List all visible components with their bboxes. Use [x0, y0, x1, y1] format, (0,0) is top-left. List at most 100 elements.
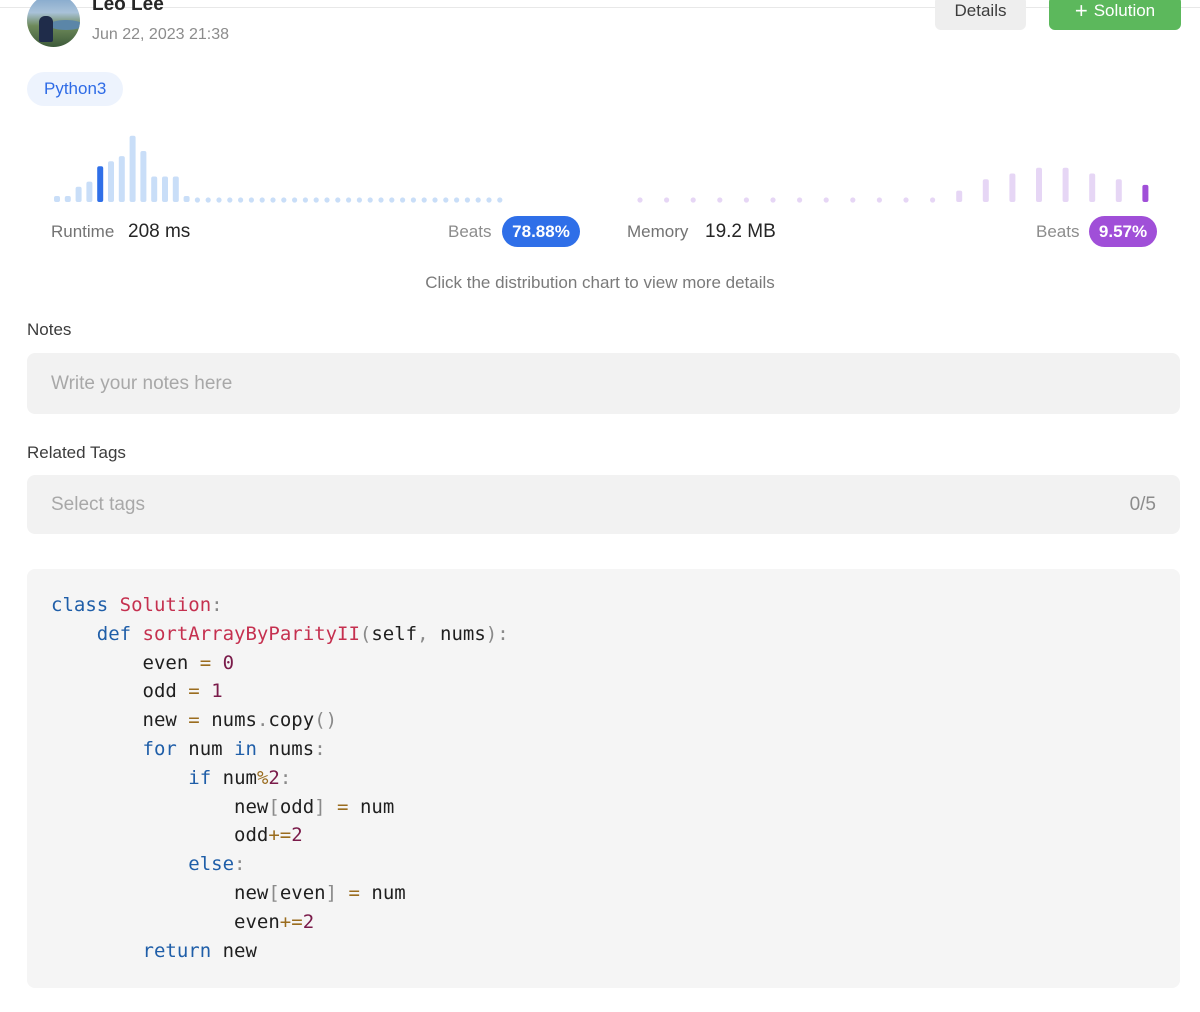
language-tag[interactable]: Python3	[27, 72, 124, 106]
memory-distribution-bar[interactable]	[1142, 184, 1149, 202]
memory-distribution-bar[interactable]	[1036, 167, 1042, 202]
runtime-distribution-empty-bar[interactable]	[216, 197, 222, 203]
code-token-num: 2	[302, 910, 315, 933]
code-line: new[odd] = num	[51, 793, 1156, 822]
runtime-beats-badge: 78.88%	[502, 216, 580, 247]
runtime-distribution-empty-bar[interactable]	[292, 197, 298, 203]
code-token-keyword: if	[188, 766, 212, 789]
solution-button[interactable]: + Solution	[1049, 0, 1181, 30]
code-token-punc: :	[211, 594, 223, 616]
code-token-punc: ()	[314, 709, 338, 732]
code-token-name: new	[142, 709, 177, 732]
memory-distribution-bar[interactable]	[1115, 179, 1122, 202]
runtime-distribution-empty-bar[interactable]	[227, 197, 233, 203]
runtime-distribution-empty-bar[interactable]	[270, 197, 276, 203]
runtime-distribution-bar[interactable]	[162, 176, 168, 203]
memory-distribution-bar[interactable]	[1062, 167, 1069, 202]
runtime-distribution-empty-bar[interactable]	[389, 197, 395, 203]
runtime-distribution-bar[interactable]	[86, 181, 93, 202]
memory-distribution-empty-bar[interactable]	[664, 197, 670, 203]
memory-distribution-empty-bar[interactable]	[876, 197, 883, 203]
author-name[interactable]: Leo Lee	[92, 0, 164, 16]
runtime-distribution-empty-bar[interactable]	[313, 197, 319, 203]
code-token-name: odd	[142, 680, 177, 703]
memory-distribution-empty-bar[interactable]	[717, 197, 723, 203]
tags-count: 0/5	[1129, 493, 1156, 515]
runtime-distribution-empty-bar[interactable]	[346, 197, 352, 203]
runtime-distribution-empty-bar[interactable]	[302, 197, 308, 203]
memory-distribution-bar[interactable]	[956, 190, 963, 202]
notes-placeholder: Write your notes here	[51, 372, 233, 394]
code-token-num: 1	[211, 680, 223, 703]
runtime-distribution-empty-bar[interactable]	[281, 197, 287, 203]
runtime-distribution-empty-bar[interactable]	[464, 197, 470, 203]
runtime-distribution-bar[interactable]	[118, 156, 125, 202]
runtime-distribution-bar[interactable]	[108, 161, 114, 202]
runtime-distribution-bar[interactable]	[140, 151, 147, 202]
tags-placeholder: Select tags	[51, 493, 145, 515]
runtime-distribution-empty-bar[interactable]	[410, 197, 416, 203]
runtime-distribution-bar[interactable]	[97, 166, 104, 202]
code-token-name: new	[234, 881, 269, 904]
runtime-distribution-empty-bar[interactable]	[378, 197, 384, 203]
code-token-name: even	[234, 910, 280, 933]
runtime-distribution-empty-bar[interactable]	[400, 197, 406, 203]
runtime-distribution-empty-bar[interactable]	[356, 197, 362, 203]
runtime-distribution-empty-bar[interactable]	[248, 197, 254, 203]
avatar[interactable]	[27, 0, 80, 47]
runtime-distribution-empty-bar[interactable]	[194, 197, 200, 203]
distribution-charts[interactable]	[0, 128, 1200, 208]
memory-distribution-bar[interactable]	[1009, 173, 1016, 203]
runtime-distribution-bar[interactable]	[183, 196, 190, 202]
runtime-distribution-empty-bar[interactable]	[454, 197, 460, 203]
memory-distribution-empty-bar[interactable]	[850, 197, 856, 203]
runtime-distribution-empty-bar[interactable]	[475, 197, 481, 203]
memory-distribution-empty-bar[interactable]	[770, 197, 776, 203]
runtime-distribution-empty-bar[interactable]	[238, 197, 244, 203]
memory-distribution-empty-bar[interactable]	[797, 197, 803, 203]
runtime-distribution-bar[interactable]	[54, 196, 60, 202]
memory-distribution-empty-bar[interactable]	[690, 197, 696, 203]
runtime-distribution[interactable]	[54, 135, 503, 203]
runtime-distribution-bar[interactable]	[151, 176, 158, 203]
memory-distribution-empty-bar[interactable]	[930, 197, 936, 203]
code-token-punc: [	[268, 795, 280, 818]
details-button[interactable]: Details	[935, 0, 1026, 30]
runtime-distribution-empty-bar[interactable]	[421, 197, 427, 203]
notes-input[interactable]: Write your notes here	[27, 353, 1180, 414]
code-token-punc: ]	[325, 881, 338, 904]
memory-distribution-empty-bar[interactable]	[823, 197, 829, 203]
tags-select[interactable]: Select tags 0/5	[27, 475, 1180, 534]
runtime-distribution-empty-bar[interactable]	[443, 197, 449, 203]
runtime-distribution-empty-bar[interactable]	[335, 197, 341, 203]
runtime-distribution-bar[interactable]	[129, 135, 136, 202]
plus-icon: +	[1074, 0, 1088, 23]
memory-distribution-bar[interactable]	[1089, 173, 1096, 203]
runtime-distribution-empty-bar[interactable]	[497, 197, 503, 203]
memory-distribution-empty-bar[interactable]	[637, 197, 643, 203]
code-block[interactable]: class Solution: def sortArrayByParityII(…	[27, 569, 1180, 988]
runtime-distribution-bar[interactable]	[75, 186, 82, 202]
code-token-punc: [	[268, 881, 280, 904]
runtime-label: Runtime	[51, 222, 115, 241]
memory-distribution-empty-bar[interactable]	[903, 197, 909, 203]
memory-distribution[interactable]	[637, 167, 1149, 203]
memory-distribution-bar[interactable]	[982, 179, 989, 202]
runtime-distribution-bar[interactable]	[64, 196, 71, 202]
runtime-distribution-bar[interactable]	[172, 176, 179, 203]
memory-distribution-empty-bar[interactable]	[743, 197, 750, 203]
runtime-distribution-empty-bar[interactable]	[205, 197, 211, 203]
runtime-distribution-empty-bar[interactable]	[432, 197, 438, 203]
runtime-distribution-empty-bar[interactable]	[486, 197, 492, 203]
runtime-distribution-empty-bar[interactable]	[324, 197, 330, 203]
runtime-distribution-empty-bar[interactable]	[259, 197, 265, 203]
runtime-distribution-empty-bar[interactable]	[367, 197, 373, 203]
